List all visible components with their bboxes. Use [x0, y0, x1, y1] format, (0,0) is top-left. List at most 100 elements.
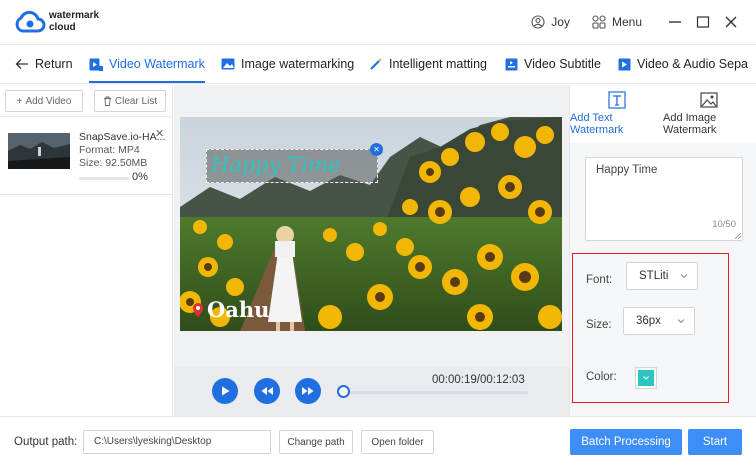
- close-window-button[interactable]: [720, 11, 742, 33]
- clear-list-button[interactable]: Clear List: [94, 90, 166, 112]
- size-label: Size:: [586, 319, 612, 331]
- text-watermark-box[interactable]: Happy Time ✕: [206, 143, 383, 183]
- cloud-logo-icon: [15, 10, 46, 33]
- image-outline-icon: [700, 92, 718, 108]
- tab-video-watermark[interactable]: Video Watermark: [89, 45, 205, 83]
- file-list-panel: + Add Video Clear List ✕ SnapSave.io-HA.…: [0, 85, 173, 416]
- color-picker[interactable]: [635, 367, 657, 389]
- video-preview[interactable]: Happy Time ✕ Oahu: [180, 117, 562, 331]
- color-swatch-fill: [638, 370, 654, 386]
- title-bar: watermark cloud Joy Menu: [0, 0, 756, 44]
- location-pin-icon: [193, 302, 203, 317]
- file-name: SnapSave.io-HA...: [79, 131, 166, 143]
- menu-grid-icon[interactable]: [592, 15, 606, 29]
- tab-video-subtitle[interactable]: Video Subtitle: [505, 45, 601, 83]
- close-icon: [725, 16, 737, 28]
- tab-video-watermark-label: Video Watermark: [109, 57, 205, 71]
- plus-icon: +: [16, 95, 23, 107]
- thumbnail-scene: [8, 133, 70, 169]
- size-select[interactable]: 36px: [623, 307, 695, 335]
- overlay-location: Oahu: [192, 297, 269, 322]
- font-label: Font:: [586, 274, 613, 286]
- change-path-button[interactable]: Change path: [279, 430, 353, 454]
- app-logo-text: watermark cloud: [49, 10, 99, 34]
- magic-wand-icon: [370, 58, 382, 70]
- start-button[interactable]: Start: [688, 429, 742, 455]
- video-icon: [89, 58, 103, 71]
- open-folder-button[interactable]: Open folder: [361, 430, 434, 454]
- file-size: Size: 92.50MB: [79, 157, 148, 169]
- tab-image-watermarking-label: Image watermarking: [241, 57, 355, 71]
- batch-processing-button[interactable]: Batch Processing: [570, 429, 682, 455]
- tab-video-subtitle-label: Video Subtitle: [524, 57, 601, 71]
- logo-line-2: cloud: [49, 22, 76, 33]
- watermark-type-tabs: Add Text Watermark Add Image Watermark: [570, 85, 756, 143]
- text-watermark-settings: Happy Time 10/50 Font: STLiti Size: 36px…: [570, 143, 756, 416]
- video-audio-icon: [618, 58, 631, 70]
- highlighted-style-settings: Font: STLiti Size: 36px Color:: [572, 253, 729, 403]
- fast-forward-button[interactable]: [295, 378, 321, 404]
- logo-line-1: watermark: [49, 10, 100, 21]
- color-label: Color:: [586, 371, 617, 383]
- file-format: Format: MP4: [79, 144, 140, 156]
- resize-handle-icon[interactable]: [735, 233, 741, 239]
- output-path-field[interactable]: C:\Users\lyesking\Desktop: [83, 430, 271, 454]
- user-name[interactable]: Joy: [551, 15, 570, 29]
- add-text-watermark-label: Add Text Watermark: [570, 112, 624, 136]
- output-path-label: Output path:: [14, 436, 78, 448]
- tab-add-image-watermark[interactable]: Add Image Watermark: [663, 85, 756, 143]
- preview-panel: Happy Time ✕ Oahu 00:00:19/00:12:03: [174, 85, 569, 416]
- fast-forward-icon: [302, 387, 314, 395]
- arrow-left-icon: [15, 59, 28, 69]
- file-list-toolbar: + Add Video Clear List: [0, 85, 172, 117]
- chevron-down-icon: [680, 274, 688, 279]
- file-progress-text: 0%: [132, 171, 148, 183]
- chevron-down-icon: [643, 376, 649, 380]
- add-image-watermark-label: Add Image Watermark: [663, 112, 717, 136]
- add-video-button[interactable]: + Add Video: [5, 90, 83, 112]
- watermark-text-input[interactable]: Happy Time 10/50: [585, 157, 743, 241]
- timecode: 00:00:19/00:12:03: [432, 374, 525, 386]
- trash-icon: [103, 96, 111, 106]
- menu-label[interactable]: Menu: [612, 15, 642, 29]
- maximize-button[interactable]: [692, 11, 714, 33]
- font-select[interactable]: STLiti: [626, 262, 698, 290]
- add-video-label: Add Video: [25, 95, 72, 107]
- clear-list-label: Clear List: [114, 95, 158, 107]
- play-icon: [222, 386, 230, 396]
- watermark-text-value: Happy Time: [596, 164, 658, 176]
- overlay-location-text: Oahu: [207, 297, 270, 322]
- rewind-button[interactable]: [254, 378, 280, 404]
- tab-video-audio-separation[interactable]: Video & Audio Sepa: [618, 45, 748, 83]
- tool-tab-bar: Return Video Watermark Image watermarkin…: [0, 44, 756, 84]
- character-count: 10/50: [712, 219, 736, 230]
- return-button[interactable]: Return: [15, 45, 73, 83]
- text-box-icon: [608, 91, 626, 109]
- watermark-text: Happy Time: [211, 153, 341, 177]
- tab-video-audio-label: Video & Audio Sepa: [637, 57, 748, 71]
- bottom-bar: Output path: C:\Users\lyesking\Desktop C…: [0, 416, 756, 466]
- file-progress-bar: [79, 177, 129, 180]
- video-subtitle-icon: [505, 58, 518, 70]
- size-select-value: 36px: [636, 315, 661, 327]
- minimize-icon: [669, 21, 681, 23]
- minimize-button[interactable]: [664, 11, 686, 33]
- playback-handle[interactable]: [337, 385, 350, 398]
- rewind-icon: [261, 387, 273, 395]
- chevron-down-icon: [677, 319, 685, 324]
- file-list-item[interactable]: ✕ SnapSave.io-HA... Format: MP4 Size: 92…: [0, 119, 172, 195]
- video-thumbnail: [8, 133, 70, 169]
- playback-controls: 00:00:19/00:12:03: [174, 366, 569, 416]
- tab-add-text-watermark[interactable]: Add Text Watermark: [570, 85, 662, 143]
- watermark-settings-panel: Add Text Watermark Add Image Watermark H…: [569, 85, 756, 416]
- playback-track[interactable]: [344, 391, 528, 394]
- tab-intelligent-matting-label: Intelligent matting: [389, 57, 487, 71]
- watermark-remove-icon[interactable]: ✕: [370, 143, 383, 156]
- tab-intelligent-matting[interactable]: Intelligent matting: [369, 45, 487, 83]
- user-icon[interactable]: [531, 15, 545, 29]
- maximize-icon: [696, 16, 710, 28]
- play-button[interactable]: [212, 378, 238, 404]
- image-icon: [221, 58, 235, 70]
- tab-return-label: Return: [35, 57, 73, 71]
- tab-image-watermarking[interactable]: Image watermarking: [221, 45, 354, 83]
